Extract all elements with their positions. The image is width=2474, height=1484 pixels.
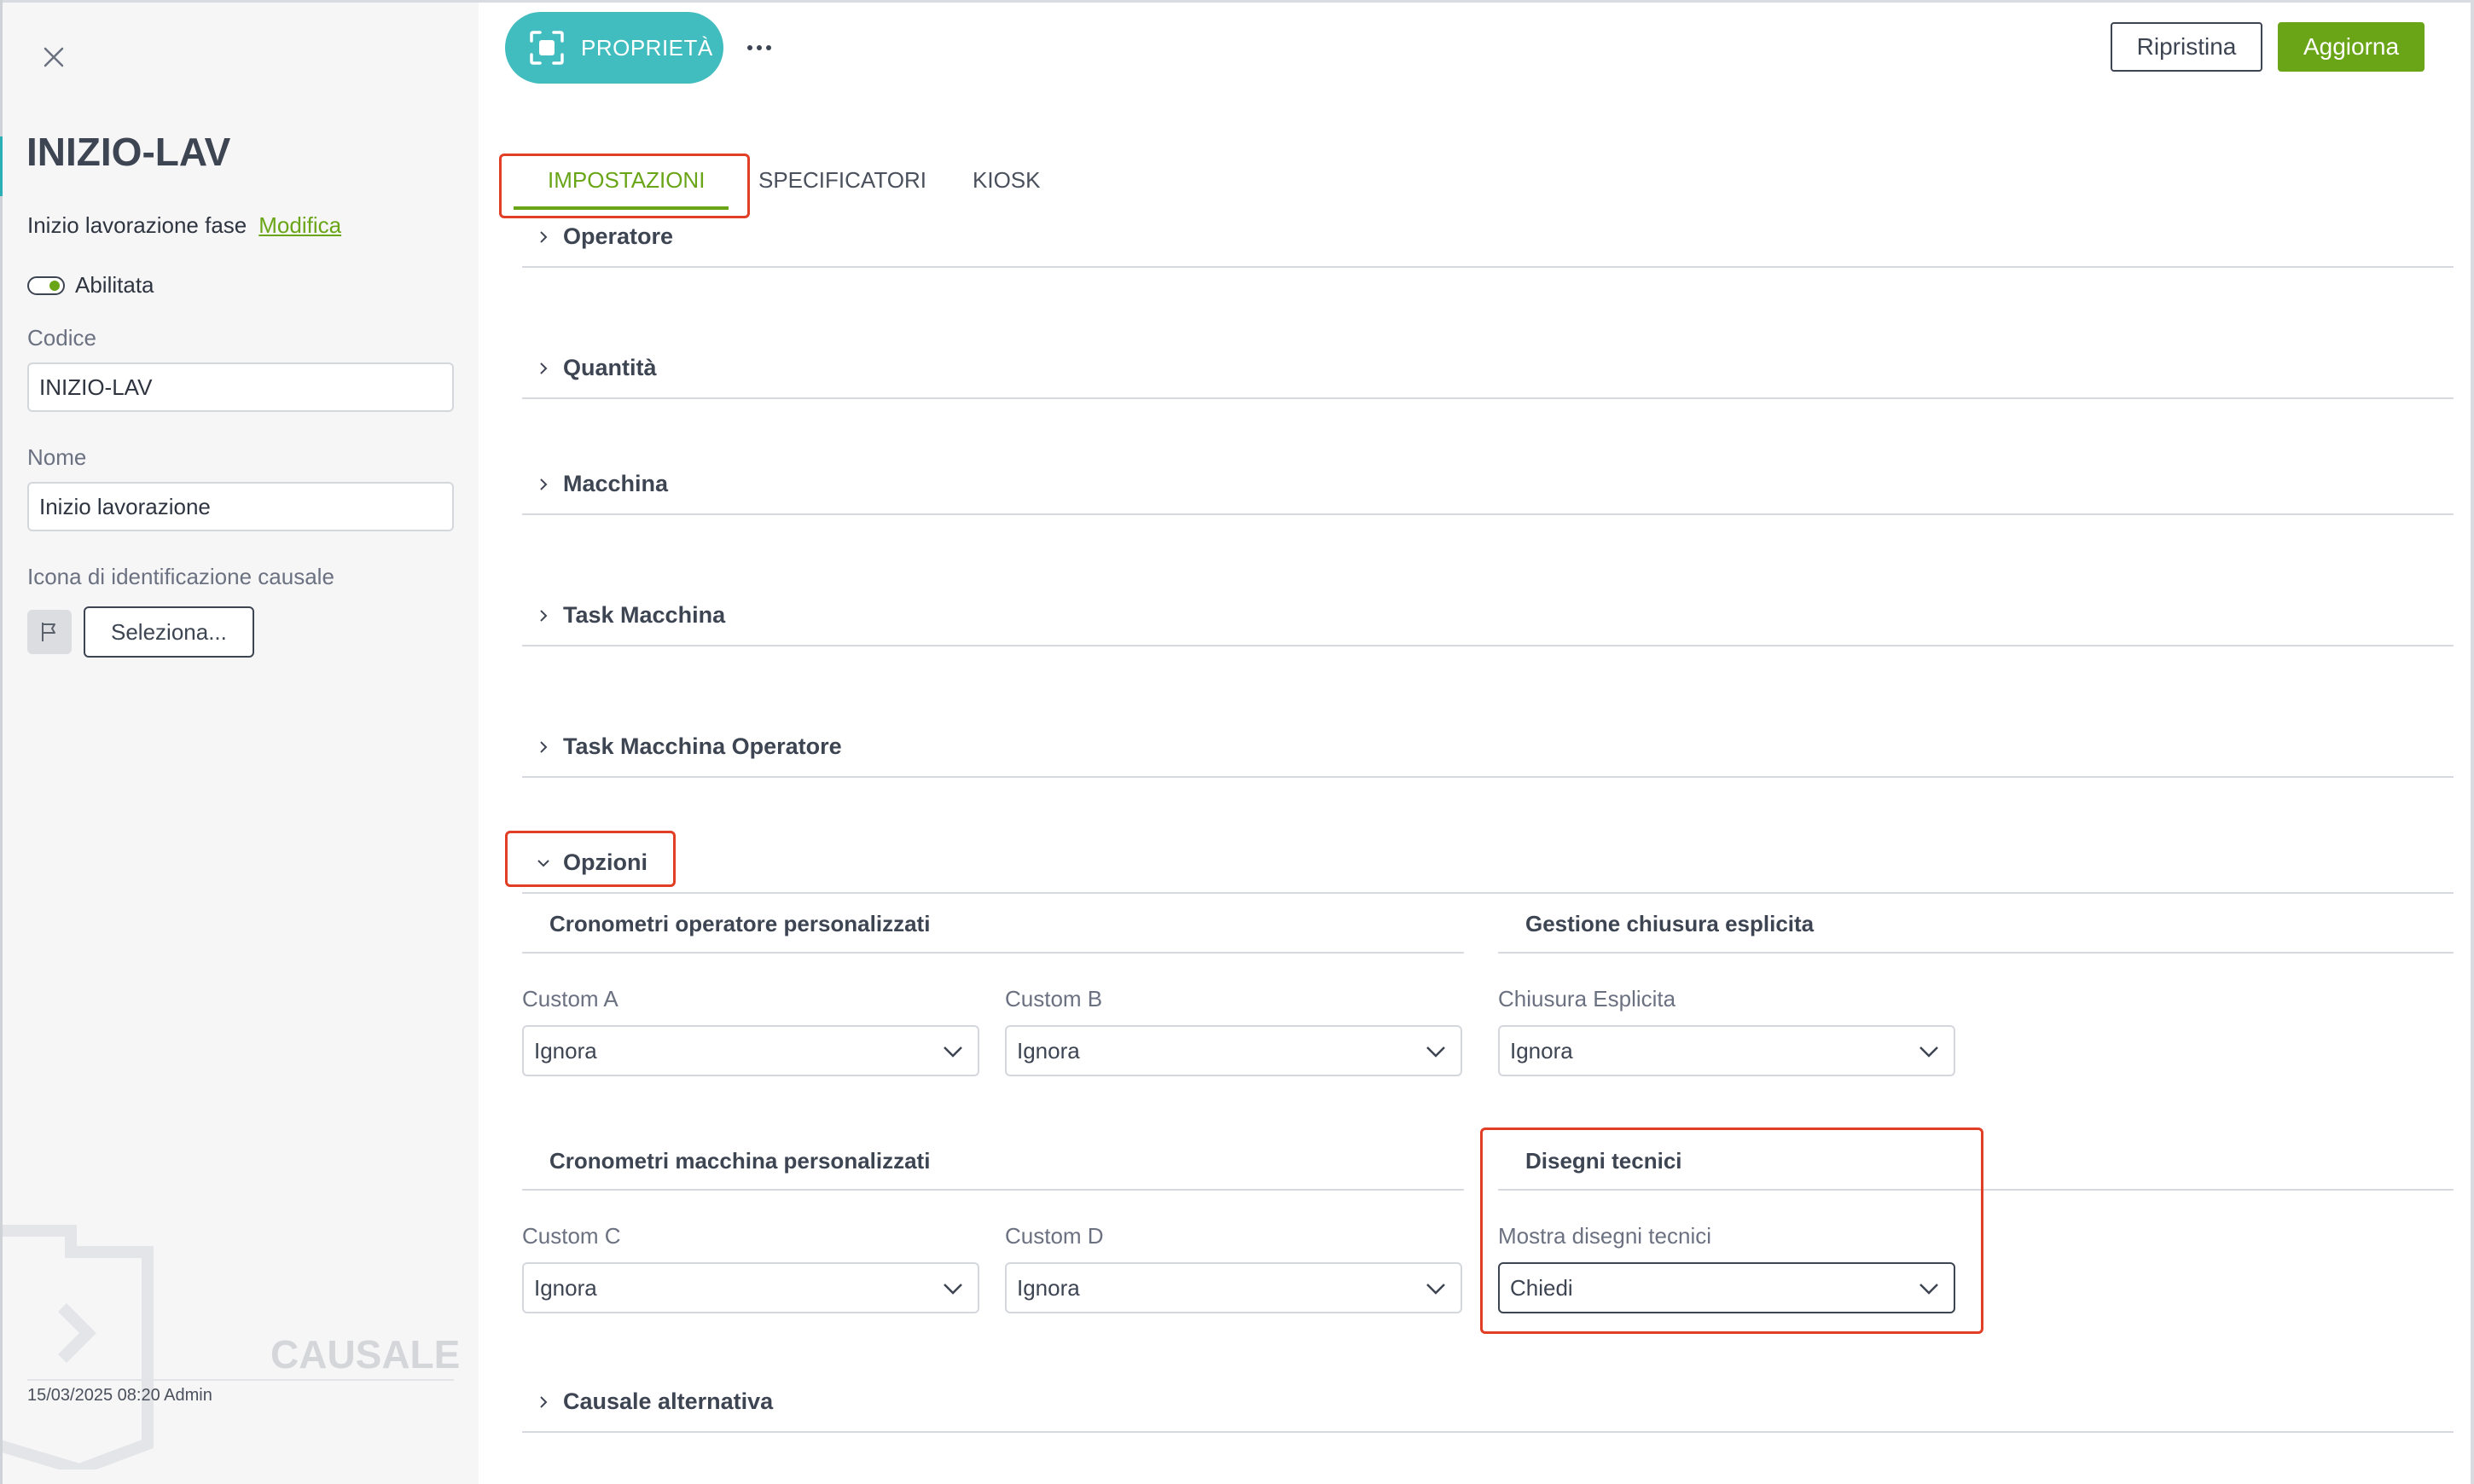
highlight-technical-drawings — [1480, 1127, 1983, 1334]
chevron-right-icon — [540, 478, 548, 490]
enabled-toggle[interactable] — [27, 275, 65, 295]
name-label: Nome — [27, 444, 87, 470]
group-divider — [522, 1189, 1464, 1191]
section-divider — [522, 892, 2454, 894]
icon-label: Icona di identificazione causale — [27, 564, 334, 589]
reset-button[interactable]: Ripristina — [2111, 22, 2262, 72]
section-title: Operatore — [563, 223, 674, 249]
edit-link[interactable]: Modifica — [258, 212, 341, 238]
section-divider — [522, 397, 2454, 399]
custom-a-label: Custom A — [522, 986, 618, 1012]
enabled-label: Abilitata — [75, 272, 154, 298]
section-operatore[interactable]: Operatore — [536, 223, 673, 250]
name-input[interactable]: Inizio lavorazione — [27, 482, 454, 531]
section-task-macchina-operatore[interactable]: Task Macchina Operatore — [536, 733, 842, 760]
focus-frame-icon — [530, 31, 564, 65]
section-causale-alternativa[interactable]: Causale alternativa — [536, 1388, 773, 1415]
code-input[interactable]: INIZIO-LAV — [27, 362, 454, 412]
modified-info: 15/03/2025 08:20 Admin — [27, 1386, 212, 1405]
section-title: Macchina — [563, 471, 669, 496]
group-title-operator-timers: Cronometri operatore personalizzati — [549, 911, 931, 936]
enabled-toggle-row[interactable]: Abilitata — [27, 272, 154, 299]
toggle-knob — [49, 280, 60, 291]
custom-b-label: Custom B — [1005, 986, 1103, 1012]
section-title: Task Macchina Operatore — [563, 733, 842, 759]
chevron-down-icon — [1919, 1046, 1938, 1058]
details-sidebar: INIZIO-LAV Inizio lavorazione fase Modifi… — [3, 3, 479, 1484]
custom-a-select[interactable]: Ignora — [522, 1025, 979, 1076]
chevron-down-icon — [1426, 1284, 1445, 1295]
footer-divider — [27, 1379, 454, 1381]
chevron-right-icon — [540, 609, 548, 622]
chevron-right-icon — [540, 740, 548, 753]
tab-kiosk[interactable]: KIOSK — [973, 167, 1040, 194]
group-divider — [1498, 952, 2454, 954]
watermark-text: CAUSALE — [270, 1332, 461, 1377]
custom-d-value: Ignora — [1017, 1274, 1080, 1301]
explicit-close-select[interactable]: Ignora — [1498, 1025, 1955, 1076]
watermark-clipboard-icon — [3, 1225, 154, 1470]
flag-icon — [42, 623, 55, 641]
section-task-macchina[interactable]: Task Macchina — [536, 602, 725, 629]
code-label: Codice — [27, 325, 96, 351]
custom-c-value: Ignora — [534, 1274, 597, 1301]
section-title: Task Macchina — [563, 602, 726, 628]
explicit-close-label: Chiusura Esplicita — [1498, 986, 1676, 1012]
highlight-opzioni — [505, 831, 676, 887]
description-text: Inizio lavorazione fase — [27, 212, 247, 238]
close-icon — [44, 47, 64, 67]
group-title-machine-timers: Cronometri macchina personalizzati — [549, 1148, 931, 1174]
more-options-icon[interactable] — [744, 32, 775, 63]
chevron-down-icon — [944, 1046, 962, 1058]
select-icon-button[interactable]: Seleziona... — [84, 606, 254, 658]
custom-d-select[interactable]: Ignora — [1005, 1262, 1462, 1313]
custom-d-label: Custom D — [1005, 1223, 1104, 1249]
custom-a-value: Ignora — [534, 1037, 597, 1064]
section-divider — [522, 645, 2454, 646]
properties-label: PROPRIETÀ — [581, 34, 713, 61]
section-divider — [522, 513, 2454, 515]
section-title: Quantità — [563, 355, 657, 380]
icon-picker-row: Seleziona... — [27, 606, 254, 658]
group-divider — [522, 952, 1464, 954]
custom-c-select[interactable]: Ignora — [522, 1262, 979, 1313]
chevron-down-icon — [1426, 1046, 1445, 1058]
section-divider — [522, 776, 2454, 778]
highlight-tab — [499, 154, 750, 218]
chevron-right-icon — [540, 230, 548, 243]
record-code-title: INIZIO-LAV — [26, 130, 231, 174]
group-title-explicit-close: Gestione chiusura esplicita — [1525, 911, 1815, 936]
section-divider — [522, 266, 2454, 268]
chevron-down-icon — [944, 1284, 962, 1295]
explicit-close-value: Ignora — [1510, 1037, 1573, 1064]
custom-c-label: Custom C — [522, 1223, 621, 1249]
properties-button[interactable]: PROPRIETÀ — [505, 12, 723, 84]
tab-specificatori[interactable]: SPECIFICATORI — [758, 167, 926, 194]
update-button[interactable]: Aggiorna — [2278, 22, 2425, 72]
selected-icon-preview — [27, 610, 72, 654]
custom-b-select[interactable]: Ignora — [1005, 1025, 1462, 1076]
chevron-right-icon — [540, 1395, 548, 1408]
section-macchina[interactable]: Macchina — [536, 471, 668, 497]
record-description: Inizio lavorazione fase Modifica — [27, 212, 341, 239]
section-divider — [522, 1431, 2454, 1433]
custom-b-value: Ignora — [1017, 1037, 1080, 1064]
section-quantita[interactable]: Quantità — [536, 355, 657, 381]
chevron-right-icon — [540, 362, 548, 374]
close-button[interactable] — [37, 40, 71, 74]
window-right-border — [2471, 0, 2474, 1484]
section-title: Causale alternativa — [563, 1388, 774, 1414]
